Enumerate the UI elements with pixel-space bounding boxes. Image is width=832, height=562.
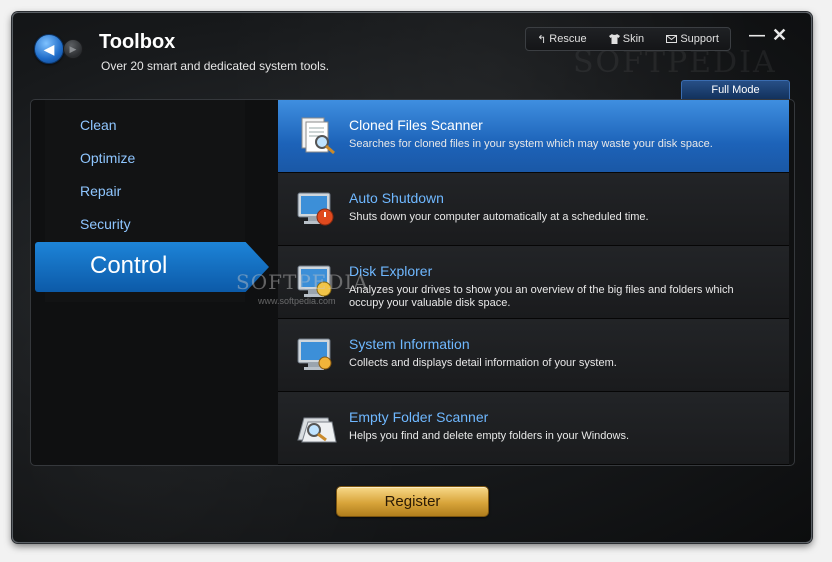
mail-icon <box>666 35 678 43</box>
control-label: Control <box>90 252 168 279</box>
watermark: SOFTPEDIA <box>236 270 369 294</box>
sidebar-item-control-active[interactable]: Control <box>35 242 269 292</box>
back-arrow-icon: ◀ <box>43 41 55 57</box>
sidebar-item-optimize[interactable]: Optimize <box>80 150 135 166</box>
document-magnifier-icon <box>301 117 335 155</box>
minimize-icon: — <box>749 27 765 44</box>
monitor-info-icon <box>297 338 332 370</box>
watermark-url: www.softpedia.com <box>258 296 336 306</box>
page-title: Toolbox <box>99 31 176 53</box>
shirt-icon <box>608 34 620 44</box>
rescue-link[interactable]: ↰ Rescue <box>537 33 587 46</box>
tool-desc: Shuts down your computer automatically a… <box>349 211 649 223</box>
tool-row-auto-shutdown[interactable]: Auto Shutdown Shuts down your computer a… <box>278 173 789 246</box>
close-button[interactable]: ✕ <box>772 25 787 46</box>
sidebar-item-clean[interactable]: Clean <box>80 117 117 133</box>
sidebar-item-repair[interactable]: Repair <box>80 183 121 199</box>
tool-desc: Collects and displays detail information… <box>349 357 617 369</box>
tool-title: System Information <box>349 336 470 352</box>
back-button[interactable]: ◀ <box>34 34 64 64</box>
folder-magnifier-icon <box>297 417 337 443</box>
rescue-arrow-icon: ↰ <box>537 33 547 46</box>
tool-row-cloned-files[interactable]: Cloned Files Scanner Searches for cloned… <box>278 100 789 173</box>
forward-arrow-icon: ▶ <box>69 44 77 54</box>
app-window: SOFTPEDIA ◀ ▶ Toolbox Over 20 smart and … <box>12 12 812 543</box>
minimize-button[interactable]: — <box>749 27 765 45</box>
tool-row-system-information[interactable]: System Information Collects and displays… <box>278 319 789 392</box>
support-label: Support <box>680 33 719 45</box>
tool-desc: Searches for cloned files in your system… <box>349 138 713 150</box>
tool-row-empty-folder-scanner[interactable]: Empty Folder Scanner Helps you find and … <box>278 392 789 465</box>
full-mode-tab[interactable]: Full Mode <box>681 80 790 100</box>
nav-buttons: ◀ ▶ <box>34 34 86 64</box>
tool-desc: Analyzes your drives to show you an over… <box>349 284 734 309</box>
rescue-label: Rescue <box>549 33 587 45</box>
skin-link[interactable]: Skin <box>608 33 645 45</box>
skin-label: Skin <box>622 33 645 45</box>
monitor-power-icon <box>297 192 334 226</box>
tool-desc: Helps you find and delete empty folders … <box>349 430 630 442</box>
top-links-bar: ↰ Rescue Skin Support <box>525 27 731 51</box>
page-subtitle: Over 20 smart and dedicated system tools… <box>101 59 330 73</box>
tool-title: Auto Shutdown <box>349 190 444 206</box>
sidebar-item-security[interactable]: Security <box>80 216 131 232</box>
tool-title: Empty Folder Scanner <box>349 409 489 425</box>
support-link[interactable]: Support <box>666 33 719 45</box>
main-panel: Clean Optimize Repair Security Control C… <box>30 99 795 466</box>
tool-title: Cloned Files Scanner <box>349 117 483 133</box>
forward-button[interactable]: ▶ <box>63 39 83 59</box>
close-icon: ✕ <box>772 25 788 45</box>
register-button[interactable]: Register <box>336 486 489 517</box>
